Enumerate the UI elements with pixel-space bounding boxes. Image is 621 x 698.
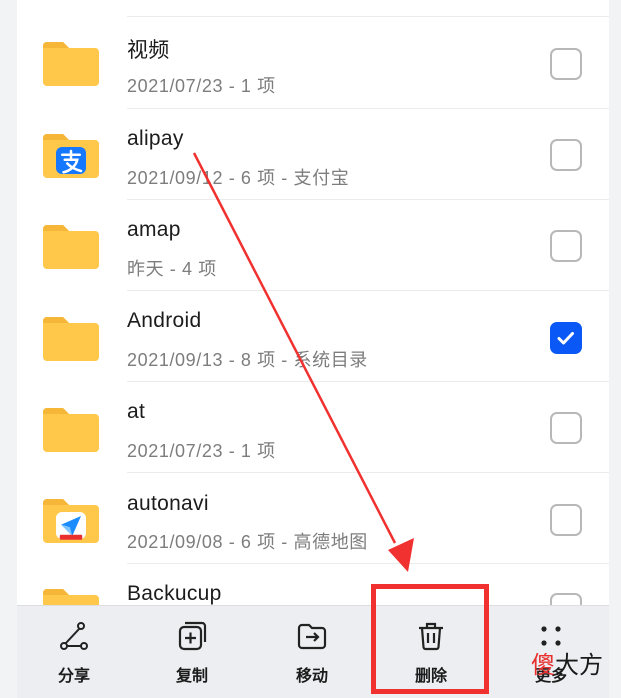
- file-list: 视频 2021/07/23 - 1 项 alipay 2021/09/12 - …: [17, 0, 609, 605]
- folder-icon: [41, 223, 101, 271]
- file-name: 视频: [127, 39, 170, 62]
- copy-label: 复制: [175, 668, 208, 685]
- share-label: 分享: [57, 668, 90, 685]
- folder-icon: [41, 40, 101, 88]
- file-meta: 2021/07/23 - 1 项: [127, 441, 276, 461]
- move-icon: [296, 620, 328, 652]
- file-name: amap: [127, 218, 181, 241]
- bottom-toolbar: 分享 复制 移动 删除 更多: [17, 605, 609, 698]
- file-meta: 2021/09/08 - 6 项 - 高德地图: [127, 532, 368, 552]
- file-meta: 2021/07/23 - 1 项: [127, 76, 276, 96]
- folder-icon: [41, 315, 101, 363]
- check-icon: [557, 332, 574, 345]
- file-name: Android: [127, 309, 202, 332]
- folder-icon: [41, 587, 101, 605]
- list-item[interactable]: autonavi 2021/09/08 - 6 项 - 高德地图: [17, 472, 609, 564]
- file-meta: 2021/09/12 - 6 项 - 支付宝: [127, 168, 350, 188]
- folder-icon: [41, 497, 101, 545]
- select-checkbox[interactable]: [550, 139, 582, 171]
- trash-icon: [415, 620, 447, 652]
- select-checkbox[interactable]: [550, 412, 582, 444]
- delete-button[interactable]: 删除: [386, 606, 476, 698]
- file-name: at: [127, 400, 146, 423]
- file-meta: 昨天 - 4 项: [127, 259, 217, 279]
- move-button[interactable]: 移动: [267, 606, 357, 698]
- move-label: 移动: [295, 668, 328, 685]
- list-item[interactable]: alipay 2021/09/12 - 6 项 - 支付宝: [17, 108, 609, 200]
- watermark-accent: 傻: [531, 651, 555, 679]
- select-checkbox[interactable]: [550, 48, 582, 80]
- list-item[interactable]: Backucup: [17, 563, 609, 605]
- list-item[interactable]: 视频 2021/07/23 - 1 项: [17, 17, 609, 109]
- list-item[interactable]: Android 2021/09/13 - 8 项 - 系统目录: [17, 290, 609, 382]
- select-checkbox[interactable]: [550, 504, 582, 536]
- watermark-text: 大方: [555, 651, 603, 679]
- file-meta: 2021/09/13 - 8 项 - 系统目录: [127, 350, 368, 370]
- select-checkbox-checked[interactable]: [550, 322, 582, 354]
- select-checkbox[interactable]: [550, 230, 582, 262]
- delete-label: 删除: [414, 668, 447, 685]
- amap-nav-icon: [56, 512, 86, 540]
- copy-button[interactable]: 复制: [147, 606, 237, 698]
- watermark: 傻大方: [531, 645, 603, 680]
- list-item[interactable]: [17, 0, 609, 17]
- select-checkbox[interactable]: [550, 593, 582, 605]
- list-item[interactable]: amap 昨天 - 4 项: [17, 199, 609, 291]
- list-item[interactable]: at 2021/07/23 - 1 项: [17, 381, 609, 473]
- file-name: autonavi: [127, 492, 209, 515]
- share-icon: [58, 620, 90, 652]
- folder-icon: [41, 406, 101, 454]
- alipay-icon: [56, 147, 86, 174]
- file-name: alipay: [127, 127, 184, 150]
- folder-icon: [41, 132, 101, 180]
- share-button[interactable]: 分享: [29, 606, 119, 698]
- copy-icon: [176, 620, 208, 652]
- file-name: Backucup: [127, 582, 222, 605]
